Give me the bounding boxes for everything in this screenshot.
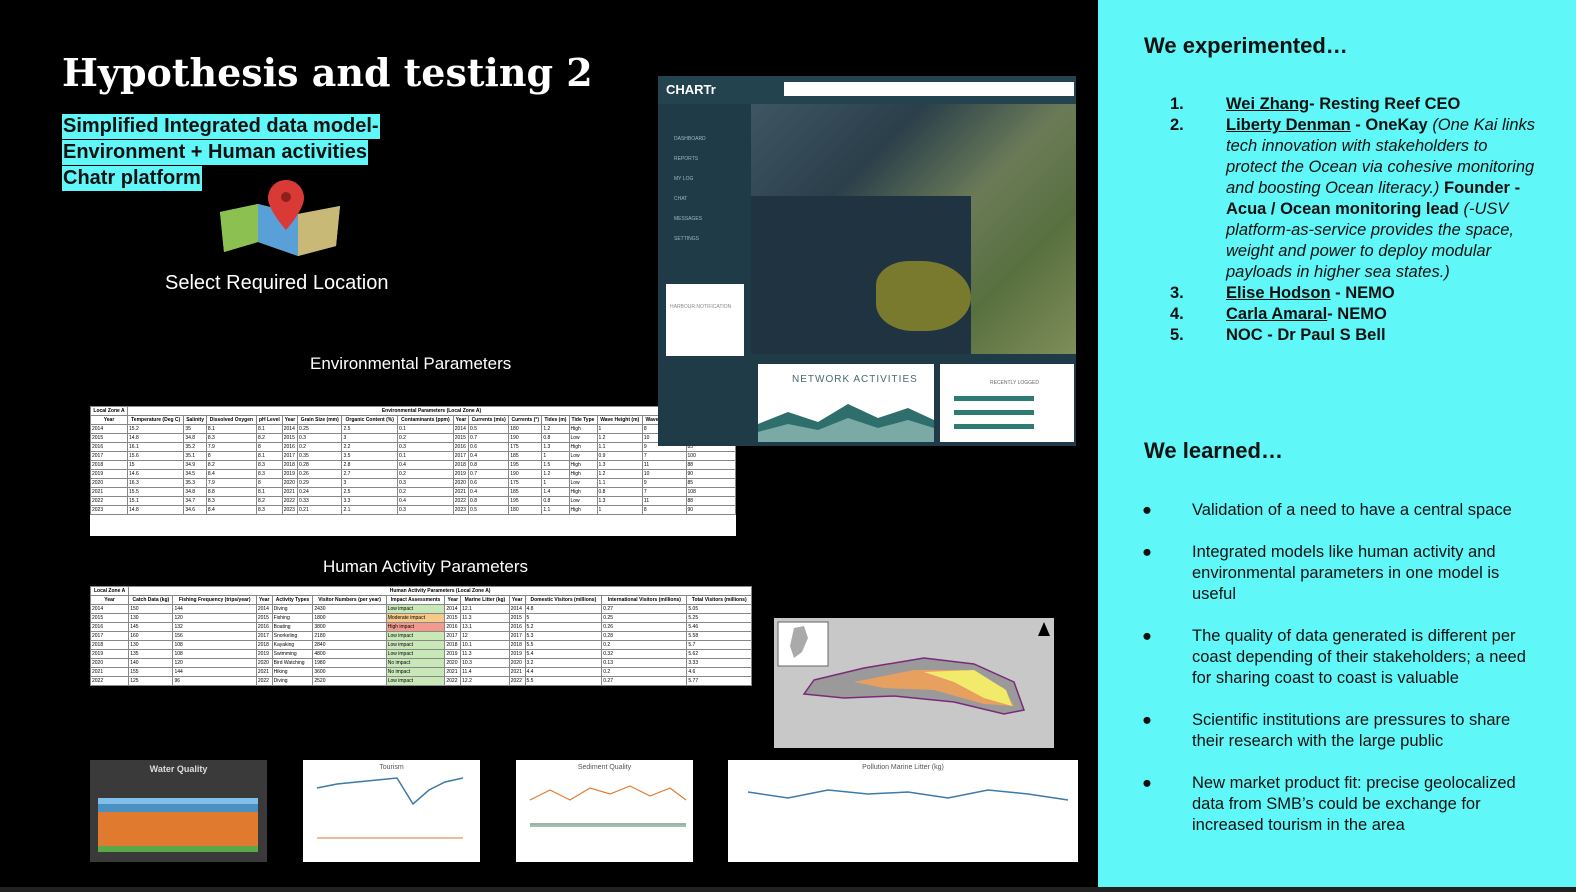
list-item: 1. Wei Zhang- Resting Reef CEO: [1170, 95, 1461, 113]
list-item: 4. Carla Amaral- NEMO: [1170, 305, 1387, 323]
harbour-notification-card: HARBOUR NOTIFICATION: [666, 284, 744, 356]
map-pin-icon: [220, 180, 340, 256]
table-row: 2019 135 108 2019 Swimming 4800 Low impact 2019…: [90, 649, 752, 659]
chartr-screenshot: CHARTr DASHBOARD REPORTS MY LOG CHAT MES…: [658, 76, 1076, 446]
pollution-graphic: [747, 789, 1069, 801]
chartr-logo: CHARTr: [666, 82, 716, 97]
table-row: 2016 145 132 2016 Boating 3800 High impact 2016…: [90, 622, 752, 632]
progress-bar: [954, 410, 1034, 415]
table-row: 2018 130 108 2018 Kayaking 2840 Low impact 2018…: [90, 640, 752, 650]
bullet-icon: ●: [1142, 501, 1152, 519]
pollution-chart: Pollution Marine Litter (kg): [728, 760, 1078, 862]
list-item: ● Scientific institutions are pressures t…: [1142, 711, 1511, 750]
table-row: 2018 15 34.9 8.2 8.3 2018 0.28 2.8 0.4 2018 0.8 195…: [90, 460, 736, 470]
table-row: 2020 140 120 2020 Bird Watching 1980 No impact…: [90, 658, 752, 668]
slide-title: Hypothesis and testing 2: [62, 50, 593, 95]
table-row: 2020 16.3 35.3 7.9 8 2020 0.29 3 0.3 2020 0.6 175 1 L…: [90, 478, 736, 488]
table-row: 2021 155 144 2021 Hiking 3600 No impact 2021 11.…: [90, 667, 752, 677]
bullet-icon: ●: [1142, 711, 1152, 729]
table-row: 20231551322023Fishing1920Moderate impact…: [90, 685, 752, 686]
coastline-map-graphic: [774, 618, 1054, 748]
selected-region[interactable]: [876, 261, 971, 331]
list-item: ● Validation of a need to have a central …: [1142, 501, 1512, 519]
sidebar-item-mylog[interactable]: MY LOG: [674, 176, 693, 182]
network-activities-label: NETWORK ACTIVITIES: [792, 374, 918, 385]
slide-right-panel: We experimented… 1. Wei Zhang- Resting R…: [1098, 0, 1576, 887]
tourism-title: Tourism: [379, 764, 404, 771]
bullet-icon: ●: [1142, 774, 1152, 792]
table-row: 2019 14.6 34.5 8.4 8.3 2019 0.26 2.7 0.2 2019 0.7 1…: [90, 469, 736, 479]
list-item: ● New market product fit: precise geoloc…: [1142, 774, 1516, 834]
human-params-table: Local Zone A Human Activity Parameters (L…: [90, 586, 752, 686]
human-params-label: Human Activity Parameters: [323, 557, 529, 576]
learned-heading: We learned…: [1144, 438, 1283, 463]
tourism-chart: Tourism: [303, 760, 480, 862]
water-quality-graphic: [98, 798, 258, 852]
list-item: ● The quality of data generated is differ…: [1142, 627, 1526, 687]
table-row: 2014 15.2 35 8.1 8.1 2014 0.25 2.5 0.1 2014 0.5 180…: [90, 424, 736, 434]
env-params-label: Environmental Parameters: [310, 354, 512, 373]
sidebar-item-chat[interactable]: CHAT: [674, 196, 687, 202]
sidebar-item-messages[interactable]: MESSAGES: [674, 216, 702, 222]
env-params-table: Local Zone A Environmental Parameters (Lo…: [90, 406, 736, 536]
list-item: 5. NOC - Dr Paul S Bell: [1170, 326, 1386, 344]
table-row: 2023 14.8 34.6 8.4 8.3 2023 0.21 2.1 0.3 2023 0.5 1…: [90, 505, 736, 515]
water-quality-title: Water Quality: [149, 764, 208, 774]
sidebar-item-dashboard[interactable]: DASHBOARD: [674, 136, 706, 142]
experimented-list: 1. Wei Zhang- Resting Reef CEO 2. Libert…: [1170, 94, 1540, 346]
table-row: 2015 14.8 34.8 8.3 8.2 2015 0.3 3 0.2 2015 0.7 190 0…: [90, 433, 736, 443]
subtitle-line: Chatr platform: [62, 166, 202, 191]
progress-bar: [954, 396, 1034, 401]
bullet-icon: ●: [1142, 627, 1152, 645]
tourism-graphic: [316, 777, 464, 839]
pollution-title: Pollution Marine Litter (kg): [862, 764, 944, 771]
table-row: 2017 15.6 35.1 8 8.1 2017 0.35 3.5 0.1 2017 0.4 185…: [90, 451, 736, 461]
learned-list: ● Validation of a need to have a central …: [1142, 500, 1542, 857]
network-activities-panel: NETWORK ACTIVITIES: [758, 364, 934, 442]
sidebar-item-settings[interactable]: SETTINGS: [674, 236, 699, 242]
network-activities-graph: [758, 404, 934, 442]
subtitle-line: Environment + Human activities: [62, 140, 368, 165]
slide-left-panel: Hypothesis and testing 2 Simplified Inte…: [0, 0, 1098, 892]
water-quality-chart: Water Quality: [90, 760, 267, 862]
chartr-sidebar: DASHBOARD REPORTS MY LOG CHAT MESSAGES S…: [658, 104, 751, 446]
list-item: ● Integrated models like human activity a…: [1142, 543, 1500, 603]
list-item: 3. Elise Hodson - NEMO: [1170, 284, 1395, 302]
bullet-icon: ●: [1142, 543, 1152, 561]
bottom-bar: [0, 887, 1576, 892]
table-row: 2016 16.1 35.2 7.9 8 2016 0.2 2.2 0.3 2016 0.6 175 1…: [90, 442, 736, 452]
table-row: 2022 15.1 34.7 8.3 8.2 2022 0.33 3.3 0.4 2022 0.8 1…: [90, 496, 736, 506]
table-row: 2014 150 144 2014 Diving 2430 Low impact 2014 12…: [90, 604, 752, 614]
subtitle-line: Simplified Integrated data model-: [62, 114, 380, 139]
progress-bar: [954, 424, 1034, 429]
table-row: 2015 130 120 2015 Fishing 1800 Moderate impact…: [90, 613, 752, 623]
sediment-quality-graphic: [529, 785, 687, 827]
recently-logged-label: RECENTLY LOGGED: [990, 380, 1039, 386]
table-row: 2022 125 96 2022 Diving 2520 Low impact 2022 12.…: [90, 676, 752, 686]
chartr-search-input[interactable]: [784, 82, 1074, 96]
table-row: 2021 15.5 34.8 8.8 8.1 2021 0.24 2.5 0.2 2021 0.4 1…: [90, 487, 736, 497]
table-row: 2017 160 156 2017 Snorkeling 2180 Low impact 20…: [90, 631, 752, 641]
list-item: 2. Liberty Denman - OneKay (One Kai link…: [1170, 116, 1536, 281]
select-location-label: Select Required Location: [165, 272, 389, 294]
recently-logged-panel: RECENTLY LOGGED: [940, 364, 1074, 442]
chartr-topbar: CHARTr: [658, 76, 1076, 104]
experimented-heading: We experimented…: [1144, 33, 1348, 58]
coastline-map: [774, 618, 1054, 748]
sidebar-item-reports[interactable]: REPORTS: [674, 156, 698, 162]
sediment-quality-chart: Sediment Quality: [516, 760, 693, 862]
sediment-quality-title: Sediment Quality: [577, 764, 632, 771]
